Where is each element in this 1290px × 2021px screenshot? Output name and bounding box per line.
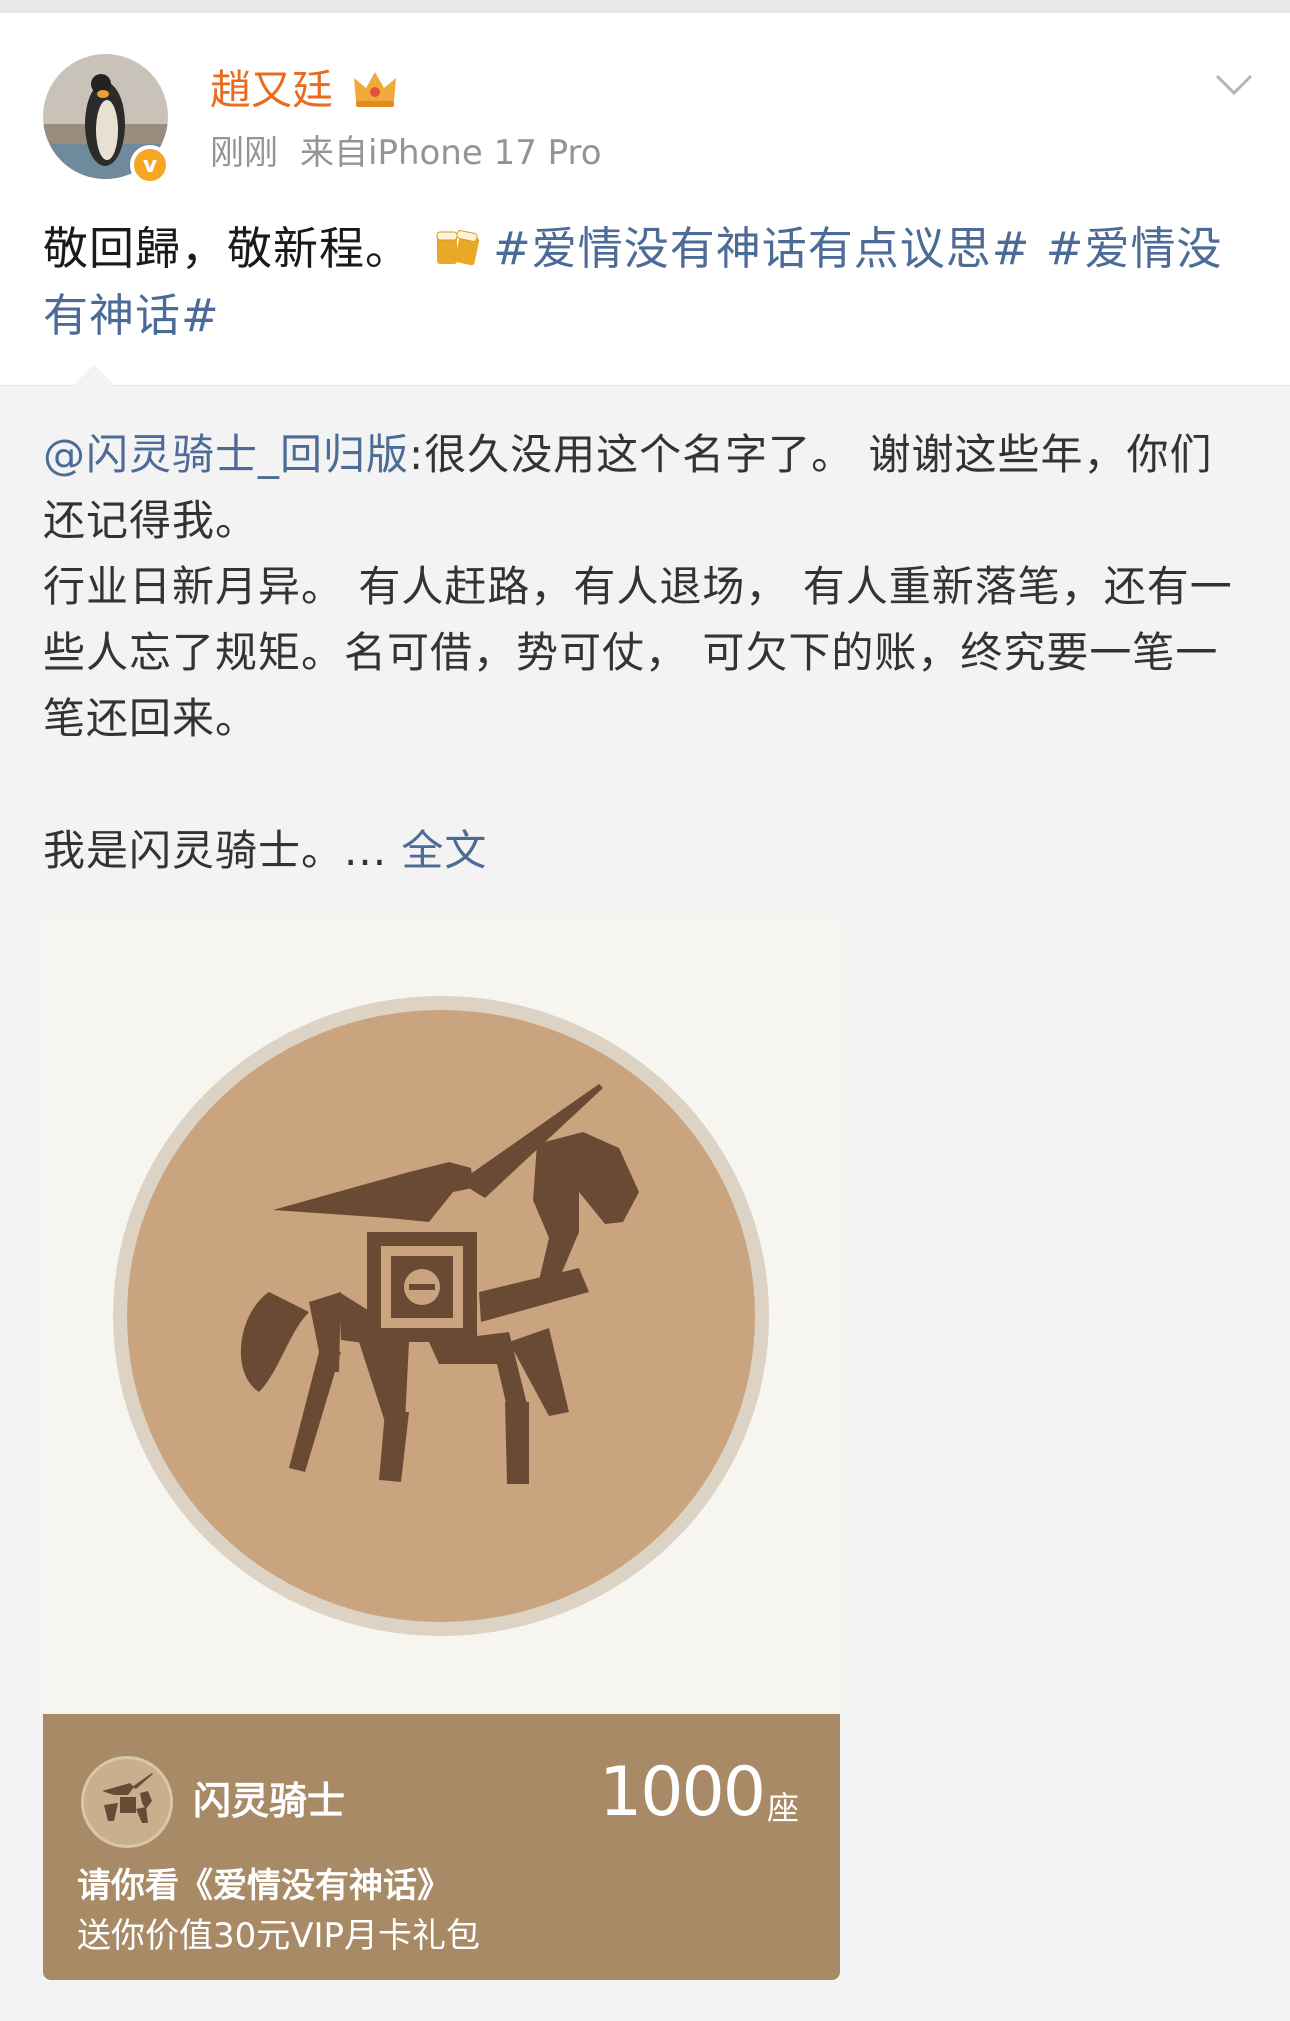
repost-text: @闪灵骑士_回归版:很久没用这个名字了。 谢谢这些年，你们还记得我。 行业日新月… xyxy=(43,422,1253,884)
post-meta: 刚刚 来自iPhone 17 Pro xyxy=(210,131,624,175)
post-source: 来自iPhone 17 Pro xyxy=(300,133,602,173)
top-strip xyxy=(0,0,1290,13)
ticket-panel[interactable]: 闪灵骑士 1000 座 请你看《爱情没有神话》 送你价值30元VIP月卡礼包 xyxy=(43,1714,840,1980)
image-card[interactable]: 闪灵骑士 1000 座 请你看《爱情没有神话》 送你价值30元VIP月卡礼包 xyxy=(43,916,840,1980)
crown-icon[interactable] xyxy=(352,68,398,110)
ticket-count: 1000 xyxy=(599,1753,766,1832)
ticket-name: 闪灵骑士 xyxy=(193,1779,346,1823)
ticket-unit: 座 xyxy=(767,1789,800,1827)
chevron-down-icon[interactable] xyxy=(1214,72,1254,98)
username[interactable]: 趙又廷 xyxy=(210,64,333,116)
post-text: 敬回歸，敬新程。 #爱情没有神话有点议思# #爱情没有神话# xyxy=(43,215,1253,349)
verified-icon: v xyxy=(130,145,170,185)
knight-emblem xyxy=(113,996,769,1636)
ticket-subtitle: 送你价值30元VIP月卡礼包 xyxy=(77,1916,481,1956)
beer-icon xyxy=(436,230,480,266)
repost-text-3: 我是闪灵骑士。... xyxy=(43,826,402,875)
full-text-link[interactable]: 全文 xyxy=(401,826,487,875)
image-area xyxy=(43,916,840,1714)
ticket-logo xyxy=(81,1756,173,1848)
post-text-prefix: 敬回歸，敬新程。 xyxy=(43,222,412,275)
topic-link[interactable]: #爱情没有神话有点议思# xyxy=(493,222,1030,275)
divider xyxy=(0,385,1290,386)
ticket-title: 请你看《爱情没有神话》 xyxy=(77,1866,451,1906)
post-time: 刚刚 xyxy=(210,133,278,173)
repost-text-2: 行业日新月异。 有人赶路，有人退场， 有人重新落笔，还有一些人忘了规矩。名可借，… xyxy=(43,562,1233,743)
mention-link[interactable]: @闪灵骑士_回归版 xyxy=(43,430,409,479)
